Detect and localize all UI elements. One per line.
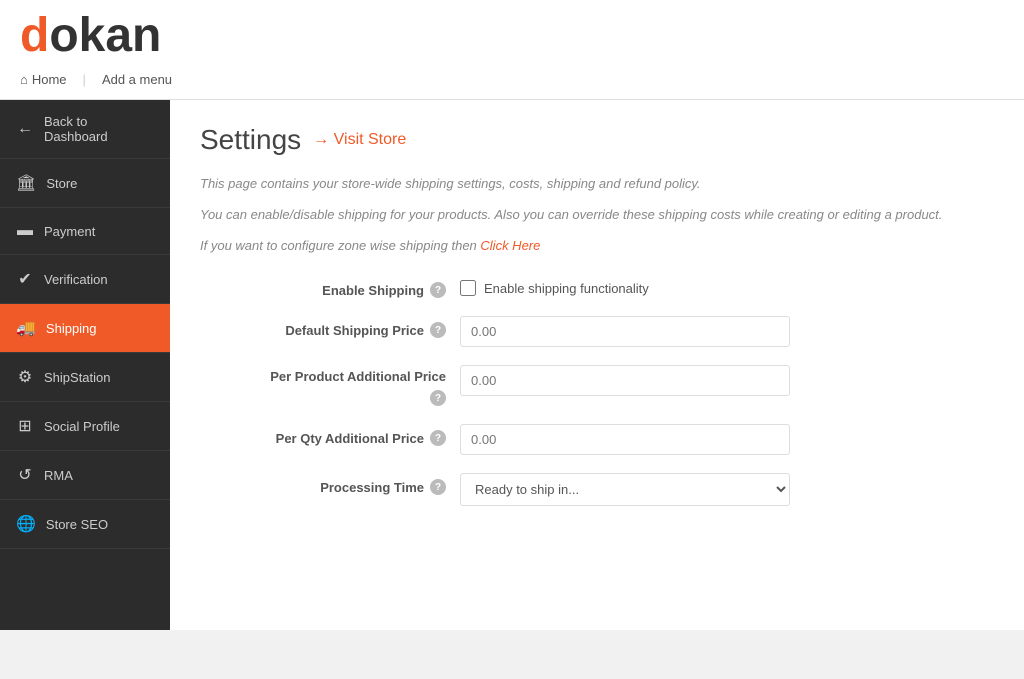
header: d okan ⌂ Home | Add a menu	[0, 0, 1024, 100]
payment-icon: ▬	[16, 222, 34, 240]
sidebar-label-verification: Verification	[44, 272, 108, 287]
description-2: You can enable/disable shipping for your…	[200, 205, 994, 226]
form-row-per-qty: Per Qty Additional Price ?	[200, 424, 994, 455]
home-icon: ⌂	[20, 72, 28, 87]
sidebar-item-verification[interactable]: ✔ Verification	[0, 255, 170, 304]
social-profile-icon: ⊞	[16, 416, 34, 436]
per-product-help-icon[interactable]: ?	[430, 390, 446, 406]
per-qty-help-icon[interactable]: ?	[430, 430, 446, 446]
sidebar-label-back-to-dashboard: Back to Dashboard	[44, 114, 154, 144]
visit-store-link[interactable]: → Visit Store	[313, 131, 406, 149]
form-row-per-product: Per Product Additional Price ?	[200, 365, 994, 406]
store-icon: 🏛	[16, 173, 36, 193]
form-row-default-shipping-price: Default Shipping Price ?	[200, 316, 994, 347]
enable-shipping-checkbox-label[interactable]: Enable shipping functionality	[484, 281, 649, 296]
visit-store-label: Visit Store	[334, 131, 407, 148]
sidebar-item-payment[interactable]: ▬ Payment	[0, 208, 170, 255]
processing-time-label: Processing Time ?	[200, 473, 460, 495]
default-shipping-price-label: Default Shipping Price ?	[200, 316, 460, 338]
sidebar-label-store-seo: Store SEO	[46, 517, 108, 532]
main-content: Settings → Visit Store This page contain…	[170, 100, 1024, 630]
logo-text-okan: okan	[49, 12, 161, 60]
default-shipping-price-help-icon[interactable]: ?	[430, 322, 446, 338]
sidebar-item-shipstation[interactable]: ⚙ ShipStation	[0, 353, 170, 402]
page-title-row: Settings → Visit Store	[200, 124, 994, 156]
processing-time-help-icon[interactable]: ?	[430, 479, 446, 495]
processing-time-select[interactable]: Ready to ship in... 1-2 business days 3-…	[460, 473, 790, 506]
layout: ← Back to Dashboard 🏛 Store ▬ Payment ✔ …	[0, 100, 1024, 630]
logo-letter-d: d	[20, 12, 49, 60]
sidebar-item-rma[interactable]: ↺ RMA	[0, 451, 170, 500]
per-qty-input[interactable]	[460, 424, 790, 455]
shipping-form: Enable Shipping ? Enable shipping functi…	[200, 276, 994, 506]
nav-bar: ⌂ Home | Add a menu	[20, 68, 1004, 91]
enable-shipping-checkbox-row: Enable shipping functionality	[460, 276, 994, 296]
store-seo-icon: 🌐	[16, 514, 36, 534]
logo: d okan	[20, 12, 1004, 60]
page-title: Settings	[200, 124, 301, 156]
enable-shipping-label: Enable Shipping ?	[200, 276, 460, 298]
nav-divider: |	[83, 72, 86, 87]
per-product-input[interactable]	[460, 365, 790, 396]
sidebar-label-shipstation: ShipStation	[44, 370, 111, 385]
shipping-icon: 🚚	[16, 318, 36, 338]
form-row-enable-shipping: Enable Shipping ? Enable shipping functi…	[200, 276, 994, 298]
sidebar-item-store-seo[interactable]: 🌐 Store SEO	[0, 500, 170, 549]
sidebar-item-shipping[interactable]: 🚚 Shipping	[0, 304, 170, 353]
sidebar: ← Back to Dashboard 🏛 Store ▬ Payment ✔ …	[0, 100, 170, 630]
arrow-text: →	[313, 131, 329, 148]
sidebar-label-payment: Payment	[44, 224, 95, 239]
default-shipping-price-input[interactable]	[460, 316, 790, 347]
enable-shipping-help-icon[interactable]: ?	[430, 282, 446, 298]
verification-icon: ✔	[16, 269, 34, 289]
sidebar-item-social-profile[interactable]: ⊞ Social Profile	[0, 402, 170, 451]
back-icon: ←	[16, 120, 34, 138]
per-qty-control	[460, 424, 994, 455]
sidebar-label-social-profile: Social Profile	[44, 419, 120, 434]
description-3: If you want to configure zone wise shipp…	[200, 236, 994, 257]
per-product-control	[460, 365, 994, 396]
shipstation-icon: ⚙	[16, 367, 34, 387]
rma-icon: ↺	[16, 465, 34, 485]
per-product-label: Per Product Additional Price ?	[200, 365, 460, 406]
description-1: This page contains your store-wide shipp…	[200, 174, 994, 195]
sidebar-label-store: Store	[46, 176, 77, 191]
processing-time-control: Ready to ship in... 1-2 business days 3-…	[460, 473, 994, 506]
click-here-link[interactable]: Click Here	[480, 238, 540, 253]
enable-shipping-checkbox[interactable]	[460, 280, 476, 296]
sidebar-item-back-to-dashboard[interactable]: ← Back to Dashboard	[0, 100, 170, 159]
sidebar-item-store[interactable]: 🏛 Store	[0, 159, 170, 208]
nav-home-label: Home	[32, 72, 67, 87]
nav-home-link[interactable]: ⌂ Home	[20, 72, 67, 87]
nav-add-menu-label: Add a menu	[102, 72, 172, 87]
per-qty-label: Per Qty Additional Price ?	[200, 424, 460, 446]
enable-shipping-control: Enable shipping functionality	[460, 276, 994, 296]
sidebar-label-rma: RMA	[44, 468, 73, 483]
nav-add-menu-link[interactable]: Add a menu	[102, 72, 172, 87]
description-3-prefix: If you want to configure zone wise shipp…	[200, 238, 480, 253]
form-row-processing-time: Processing Time ? Ready to ship in... 1-…	[200, 473, 994, 506]
sidebar-label-shipping: Shipping	[46, 321, 97, 336]
default-shipping-price-control	[460, 316, 994, 347]
